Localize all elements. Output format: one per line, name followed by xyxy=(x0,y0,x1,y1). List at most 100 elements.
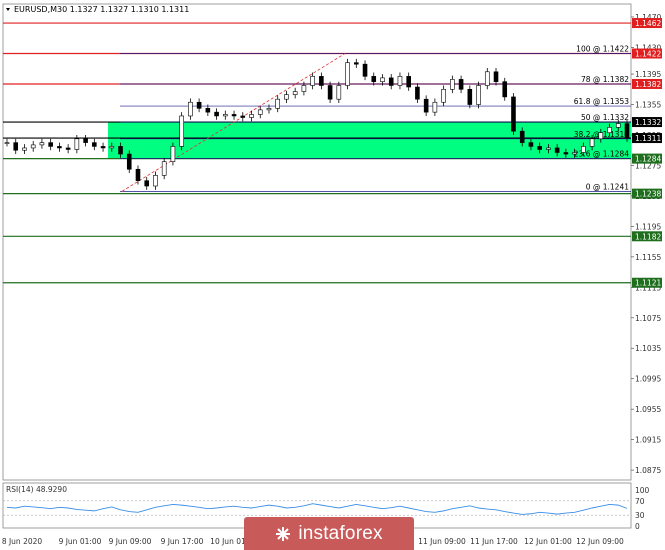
candle-body-9 xyxy=(83,138,88,143)
price-tag-0: 1.1462 xyxy=(632,18,662,29)
fib-label-0: 100 @ 1.1422 xyxy=(576,45,629,54)
price-tag-label-4: 1.1311 xyxy=(635,134,661,143)
candle-body-49 xyxy=(432,101,438,113)
candle-54 xyxy=(476,81,481,109)
candle-body-45 xyxy=(397,76,403,86)
price-tag-4: 1.1311 xyxy=(632,133,662,144)
fib-label-3: 50 @ 1.1332 xyxy=(581,113,629,122)
candle-body-28 xyxy=(249,114,254,118)
candle-body-50 xyxy=(441,88,446,103)
candle-body-62 xyxy=(546,147,551,150)
price-tag-label-7: 1.1182 xyxy=(635,232,661,241)
candle-body-66 xyxy=(581,146,586,153)
candle-body-41 xyxy=(362,63,368,77)
candle-body-47 xyxy=(415,86,420,100)
candle-body-70 xyxy=(615,123,621,128)
instaforex-logo-icon xyxy=(275,526,291,542)
chart-title: EURUSD,M30 1.1327 1.1327 1.1310 1.1311 xyxy=(14,5,189,14)
candle-body-59 xyxy=(519,130,525,143)
price-tag-label-8: 1.1121 xyxy=(635,279,661,288)
candle-body-1 xyxy=(13,142,19,151)
rsi-tick-1: 70 xyxy=(635,497,645,506)
candle-body-42 xyxy=(371,76,377,82)
y-tick-label-11: 1.1035 xyxy=(635,344,661,353)
candle-body-67 xyxy=(589,138,595,147)
candle-body-10 xyxy=(92,142,97,147)
y-tick-label-10: 1.1075 xyxy=(635,314,661,323)
x-tick-label-10: 12 Jun 01:00 xyxy=(524,537,572,546)
candle-body-38 xyxy=(336,85,342,100)
rsi-tick-3: 0 xyxy=(635,522,640,531)
candle-58 xyxy=(511,93,516,135)
instaforex-logo: instaforex xyxy=(244,517,414,550)
candle-body-17 xyxy=(153,175,158,187)
candle-body-23 xyxy=(205,108,211,113)
y-tick-label-15: 1.0875 xyxy=(635,466,661,475)
y-tick-label-7: 1.1195 xyxy=(635,222,661,231)
price-tag-6: 1.1238 xyxy=(632,188,662,199)
candle-body-69 xyxy=(607,127,612,134)
candle-body-27 xyxy=(240,115,246,118)
fib-label-1: 78 @ 1.1382 xyxy=(581,75,629,84)
price-tag-7: 1.1182 xyxy=(632,231,662,242)
candle-body-31 xyxy=(275,98,281,109)
candle-body-51 xyxy=(450,79,455,90)
logo-text: instaforex xyxy=(298,522,383,544)
price-tag-label-6: 1.1238 xyxy=(635,190,661,199)
candle-body-57 xyxy=(502,81,508,98)
candle-body-19 xyxy=(170,146,176,162)
candle-body-26 xyxy=(231,114,237,117)
y-tick-label-13: 1.0955 xyxy=(635,405,661,414)
candle-body-8 xyxy=(74,138,80,150)
candle-body-43 xyxy=(380,77,385,82)
rsi-tick-2: 30 xyxy=(635,511,645,520)
candle-body-2 xyxy=(22,147,27,151)
candle-body-44 xyxy=(388,77,394,86)
candle-body-34 xyxy=(301,85,307,92)
candle-20 xyxy=(179,112,184,151)
candle-body-33 xyxy=(292,91,298,95)
price-tag-8: 1.1121 xyxy=(632,277,662,288)
candle-body-32 xyxy=(284,94,289,100)
candle-body-71 xyxy=(624,123,630,139)
candle-body-5 xyxy=(48,142,53,147)
price-tag-3: 1.1332 xyxy=(632,117,662,128)
candle-body-3 xyxy=(30,144,36,149)
price-tag-label-3: 1.1332 xyxy=(635,118,661,127)
candle-body-25 xyxy=(223,114,228,117)
rsi-label: RSI(14) 48.9290 xyxy=(6,485,67,494)
candle-body-48 xyxy=(423,98,429,113)
candle-body-18 xyxy=(161,161,167,176)
candle-body-58 xyxy=(511,96,516,132)
candle-body-4 xyxy=(39,142,45,146)
y-tick-label-14: 1.0915 xyxy=(635,436,661,445)
chart: 100 @ 1.1422 78 @ 1.1382 61.8 @ 1.1353 50 @… xyxy=(0,0,665,550)
candle-body-14 xyxy=(126,153,132,170)
candle-body-65 xyxy=(572,152,577,155)
x-tick-label-1: 9 Jun 01:00 xyxy=(59,537,102,546)
candle-body-13 xyxy=(118,146,123,155)
price-tag-5: 1.1284 xyxy=(632,153,662,164)
candle-body-22 xyxy=(196,101,202,109)
candle-body-46 xyxy=(406,76,411,88)
candle-body-24 xyxy=(214,111,219,117)
x-tick-label-9: 11 Jun 17:00 xyxy=(470,537,518,546)
y-tick-label-8: 1.1155 xyxy=(635,253,661,262)
candle-body-11 xyxy=(100,146,106,149)
price-tag-label-5: 1.1284 xyxy=(635,155,661,164)
candle-body-55 xyxy=(484,71,490,86)
candle-body-7 xyxy=(65,147,71,150)
price-tag-label-0: 1.1462 xyxy=(635,19,661,28)
candle-body-39 xyxy=(345,62,350,86)
y-tick-label-3: 1.1355 xyxy=(635,101,661,110)
candle-body-53 xyxy=(467,88,473,105)
candle-body-20 xyxy=(179,115,184,147)
candle-body-60 xyxy=(528,142,534,147)
y-tick-label-2: 1.1395 xyxy=(635,70,661,79)
candle-body-64 xyxy=(563,152,569,155)
candle-body-30 xyxy=(266,108,272,111)
candle-39 xyxy=(345,58,350,90)
candle-body-35 xyxy=(310,76,315,86)
candle-body-6 xyxy=(57,146,62,149)
candle-body-36 xyxy=(319,76,324,86)
